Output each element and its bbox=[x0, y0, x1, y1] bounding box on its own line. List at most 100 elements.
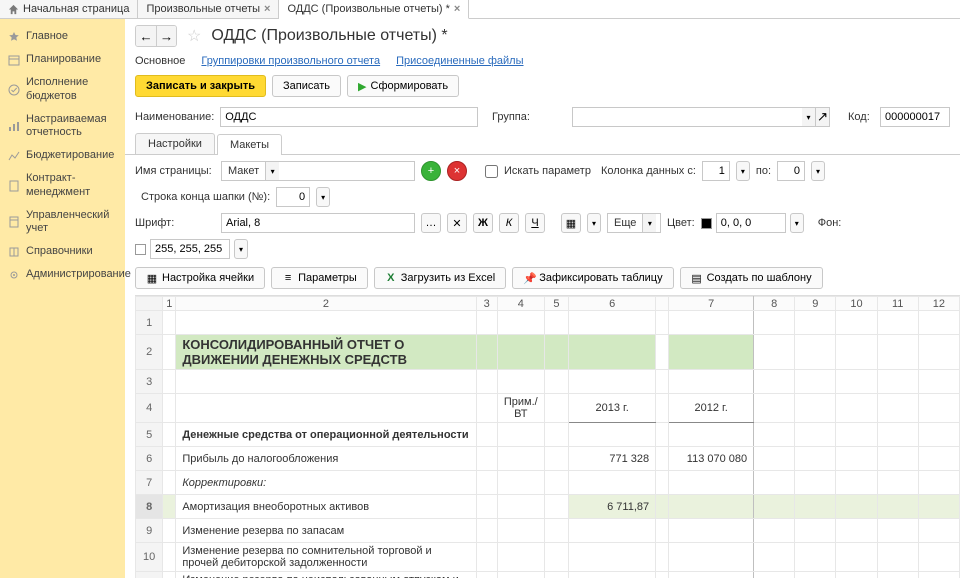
cell-settings-button[interactable]: ▦Настройка ячейки bbox=[135, 267, 265, 289]
table-row[interactable]: 1 bbox=[136, 311, 960, 335]
border-button[interactable]: ▦ bbox=[561, 213, 581, 233]
sidebar-item-budgeting[interactable]: Бюджетирование bbox=[0, 144, 125, 167]
dropdown-icon[interactable]: ▾ bbox=[642, 214, 656, 232]
col-header[interactable]: 11 bbox=[877, 297, 918, 311]
col-header[interactable]: 3 bbox=[476, 297, 497, 311]
col-header[interactable] bbox=[656, 297, 669, 311]
page-name-select[interactable]: Макет▾ bbox=[221, 161, 415, 181]
search-param-checkbox[interactable] bbox=[485, 165, 498, 178]
params-button[interactable]: ≡Параметры bbox=[271, 267, 368, 289]
subtab-groups[interactable]: Группировки произвольного отчета bbox=[201, 55, 380, 67]
data-col-to-input[interactable] bbox=[777, 161, 805, 181]
sidebar: Главное Планирование Исполнение бюджетов… bbox=[0, 19, 125, 578]
dropdown-icon[interactable]: ▾ bbox=[265, 162, 279, 180]
close-icon[interactable]: × bbox=[264, 3, 270, 15]
italic-button[interactable]: К bbox=[499, 213, 519, 233]
header-end-label: Строка конца шапки (№): bbox=[141, 191, 270, 203]
table-row[interactable]: 8Амортизация внеоборотных активов6 711,8… bbox=[136, 495, 960, 519]
fix-table-button[interactable]: 📌Зафиксировать таблицу bbox=[512, 267, 673, 289]
tab-odds[interactable]: ОДДС (Произвольные отчеты) * × bbox=[279, 0, 469, 19]
favorite-star-icon[interactable]: ☆ bbox=[187, 26, 201, 46]
spin-button[interactable]: ▾ bbox=[811, 161, 825, 181]
tab-layouts[interactable]: Макеты bbox=[217, 134, 282, 155]
group-open-button[interactable]: ↗ bbox=[816, 107, 830, 127]
col-header[interactable]: 6 bbox=[569, 297, 656, 311]
code-input[interactable] bbox=[880, 107, 950, 127]
group-dropdown-button[interactable]: ▾ bbox=[802, 107, 816, 127]
table-row[interactable]: 7Корректировки: bbox=[136, 471, 960, 495]
grid-table: 12345678910111212КОНСОЛИДИРОВАННЫЙ ОТЧЕТ… bbox=[135, 296, 960, 578]
remove-page-button[interactable]: × bbox=[447, 161, 467, 181]
table-row[interactable]: 5Денежные средства от операционной деяте… bbox=[136, 423, 960, 447]
col-header[interactable]: 2 bbox=[176, 297, 476, 311]
table-row[interactable]: 3 bbox=[136, 370, 960, 394]
underline-button[interactable]: Ч bbox=[525, 213, 545, 233]
sidebar-item-admin[interactable]: Администрирование bbox=[0, 263, 125, 286]
table-row[interactable]: 4Прим./ВТ2013 г.2012 г. bbox=[136, 394, 960, 423]
layout-toolbar-1: Имя страницы: Макет▾ + × Искать параметр… bbox=[125, 155, 960, 207]
tab-reports[interactable]: Произвольные отчеты × bbox=[138, 0, 279, 18]
sidebar-item-contract[interactable]: Контракт-менеджмент bbox=[0, 167, 125, 203]
sidebar-item-main[interactable]: Главное bbox=[0, 25, 125, 48]
dropdown-icon[interactable]: ▾ bbox=[234, 239, 248, 259]
sidebar-item-custom-reports[interactable]: Настраиваемая отчетность bbox=[0, 108, 125, 144]
spreadsheet[interactable]: 12345678910111212КОНСОЛИДИРОВАННЫЙ ОТЧЕТ… bbox=[135, 295, 960, 578]
col-header[interactable]: 1 bbox=[163, 297, 176, 311]
group-input[interactable] bbox=[572, 107, 802, 127]
col-header[interactable]: 9 bbox=[795, 297, 836, 311]
main-pane: ← → ☆ ОДДС (Произвольные отчеты) * Основ… bbox=[125, 19, 960, 578]
table-row[interactable]: 2КОНСОЛИДИРОВАННЫЙ ОТЧЕТ О ДВИЖЕНИИ ДЕНЕ… bbox=[136, 335, 960, 370]
subtab-files[interactable]: Присоединенные файлы bbox=[396, 55, 523, 67]
more-select[interactable]: Еще▾ bbox=[607, 213, 661, 233]
name-input[interactable] bbox=[220, 107, 478, 127]
dropdown-icon[interactable]: ▾ bbox=[790, 213, 804, 233]
sidebar-item-directories[interactable]: Справочники bbox=[0, 240, 125, 263]
data-col-from-input[interactable] bbox=[702, 161, 730, 181]
col-header[interactable]: 8 bbox=[754, 297, 795, 311]
bold-button[interactable]: Ж bbox=[473, 213, 493, 233]
load-excel-button[interactable]: XЗагрузить из Excel bbox=[374, 267, 506, 289]
color-label: Цвет: bbox=[667, 217, 695, 229]
text-color-input[interactable] bbox=[716, 213, 786, 233]
subtab-main[interactable]: Основное bbox=[135, 55, 185, 67]
table-row[interactable]: 9Изменение резерва по запасам bbox=[136, 519, 960, 543]
search-param-label: Искать параметр bbox=[504, 165, 591, 177]
spin-button[interactable]: ▾ bbox=[316, 187, 330, 207]
create-by-template-button[interactable]: ▤Создать по шаблону bbox=[680, 267, 823, 289]
bg-color-input[interactable] bbox=[150, 239, 230, 259]
col-header[interactable]: 12 bbox=[918, 297, 959, 311]
data-col-to-label: по: bbox=[756, 165, 771, 177]
col-header[interactable]: 7 bbox=[669, 297, 754, 311]
generate-button[interactable]: ▶Сформировать bbox=[347, 75, 459, 97]
col-header[interactable]: 10 bbox=[836, 297, 877, 311]
save-button[interactable]: Записать bbox=[272, 75, 341, 97]
sidebar-item-mgmt-accounting[interactable]: Управленческий учет bbox=[0, 204, 125, 240]
header-end-input[interactable] bbox=[276, 187, 310, 207]
col-header[interactable]: 4 bbox=[497, 297, 544, 311]
table-row[interactable]: 11Изменение резерва по неиспользованным … bbox=[136, 572, 960, 578]
font-input[interactable] bbox=[221, 213, 415, 233]
spin-button[interactable]: ▾ bbox=[736, 161, 750, 181]
col-header[interactable]: 5 bbox=[544, 297, 568, 311]
sidebar-item-label: Главное bbox=[26, 30, 68, 43]
tab-settings[interactable]: Настройки bbox=[135, 133, 215, 154]
add-page-button[interactable]: + bbox=[421, 161, 441, 181]
tab-start-page[interactable]: Начальная страница bbox=[0, 0, 138, 18]
font-pick-button[interactable]: … bbox=[421, 213, 441, 233]
group-label: Группа: bbox=[492, 111, 566, 123]
save-close-button[interactable]: Записать и закрыть bbox=[135, 75, 266, 97]
group-select[interactable]: ▾ ↗ bbox=[572, 107, 830, 127]
text-color-field[interactable]: ▾ bbox=[701, 213, 804, 233]
table-row[interactable]: 10Изменение резерва по сомнительной торг… bbox=[136, 543, 960, 572]
close-icon[interactable]: × bbox=[454, 3, 460, 15]
font-clear-button[interactable]: ✕ bbox=[447, 213, 467, 233]
border-dropdown[interactable]: ▾ bbox=[587, 213, 601, 233]
back-button[interactable]: ← bbox=[136, 26, 156, 46]
generate-label: Сформировать bbox=[371, 80, 449, 92]
sidebar-item-budget-exec[interactable]: Исполнение бюджетов bbox=[0, 71, 125, 107]
forward-button[interactable]: → bbox=[156, 26, 176, 46]
sidebar-item-planning[interactable]: Планирование bbox=[0, 48, 125, 71]
fix-table-label: Зафиксировать таблицу bbox=[539, 272, 662, 284]
bg-color-field[interactable]: ▾ bbox=[135, 239, 248, 259]
table-row[interactable]: 6Прибыль до налогообложения771 328113 07… bbox=[136, 447, 960, 471]
